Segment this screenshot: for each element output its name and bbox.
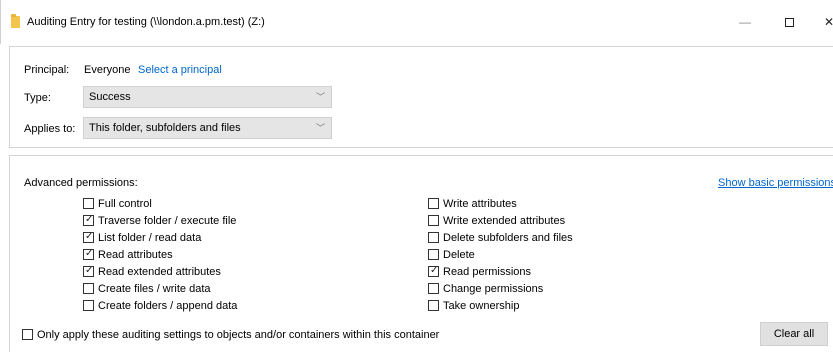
close-button[interactable]: ✕	[815, 10, 833, 34]
perm-label: Create files / write data	[98, 283, 211, 295]
chevron-down-icon: ﹀	[315, 92, 325, 102]
applies-to-select[interactable]: This folder, subfolders and files ﹀	[83, 117, 332, 139]
maximize-icon	[784, 18, 794, 28]
checkbox[interactable]	[22, 329, 33, 340]
perm-label: Write extended attributes	[443, 215, 566, 227]
check-icon: ✓	[85, 214, 94, 225]
checkbox[interactable]	[428, 232, 439, 243]
check-icon: ✓	[85, 248, 94, 259]
perm-label: Change permissions	[443, 283, 544, 295]
checkbox[interactable]	[428, 300, 439, 311]
check-icon: ✓	[85, 231, 94, 242]
perm-label: Delete	[443, 249, 475, 261]
advanced-permissions-label: Advanced permissions:	[24, 177, 138, 189]
perm-label: Traverse folder / execute file	[98, 215, 237, 227]
select-principal-link[interactable]: Select a principal	[138, 64, 222, 76]
perm-label: List folder / read data	[98, 232, 202, 244]
folder-icon	[11, 14, 20, 28]
perm-label: Full control	[98, 198, 152, 210]
type-select-value: Success	[89, 91, 131, 103]
type-select[interactable]: Success ﹀	[83, 86, 332, 108]
applies-to-label: Applies to:	[24, 123, 76, 135]
principal-value: Everyone	[84, 64, 131, 76]
checkbox[interactable]	[83, 198, 94, 209]
window-title: Auditing Entry for testing (\\london.a.p…	[27, 16, 265, 28]
perm-label: Create folders / append data	[98, 300, 238, 312]
check-icon: ✓	[430, 265, 439, 276]
minimize-button[interactable]: —	[731, 10, 759, 34]
perm-label: Read extended attributes	[98, 266, 221, 278]
type-label: Type:	[24, 92, 51, 104]
perm-label: Read permissions	[443, 266, 532, 278]
checkbox[interactable]	[428, 283, 439, 294]
title-bar: Auditing Entry for testing (\\london.a.p…	[0, 0, 833, 44]
perm-label: Write attributes	[443, 198, 517, 210]
perm-label: Read attributes	[98, 249, 173, 261]
principal-label: Principal:	[24, 64, 70, 76]
perm-label: Delete subfolders and files	[443, 232, 573, 244]
show-basic-permissions-link[interactable]: Show basic permissions	[718, 177, 833, 189]
checkbox[interactable]: ✓	[83, 214, 94, 226]
checkbox[interactable]	[428, 249, 439, 260]
perm-label: Take ownership	[443, 300, 520, 312]
checkbox[interactable]: ✓	[83, 265, 94, 277]
checkbox[interactable]: ✓	[428, 265, 439, 277]
checkbox[interactable]: ✓	[83, 248, 94, 260]
checkbox[interactable]: ✓	[83, 231, 94, 243]
chevron-down-icon: ﹀	[315, 123, 325, 133]
checkbox[interactable]	[83, 300, 94, 311]
maximize-button[interactable]	[775, 10, 803, 34]
check-icon: ✓	[85, 265, 94, 276]
only-apply-label: Only apply these auditing settings to ob…	[37, 329, 440, 341]
clear-all-button[interactable]: Clear all	[760, 322, 828, 346]
checkbox[interactable]	[428, 198, 439, 209]
checkbox[interactable]	[83, 283, 94, 294]
applies-to-select-value: This folder, subfolders and files	[89, 122, 241, 134]
checkbox[interactable]	[428, 215, 439, 226]
